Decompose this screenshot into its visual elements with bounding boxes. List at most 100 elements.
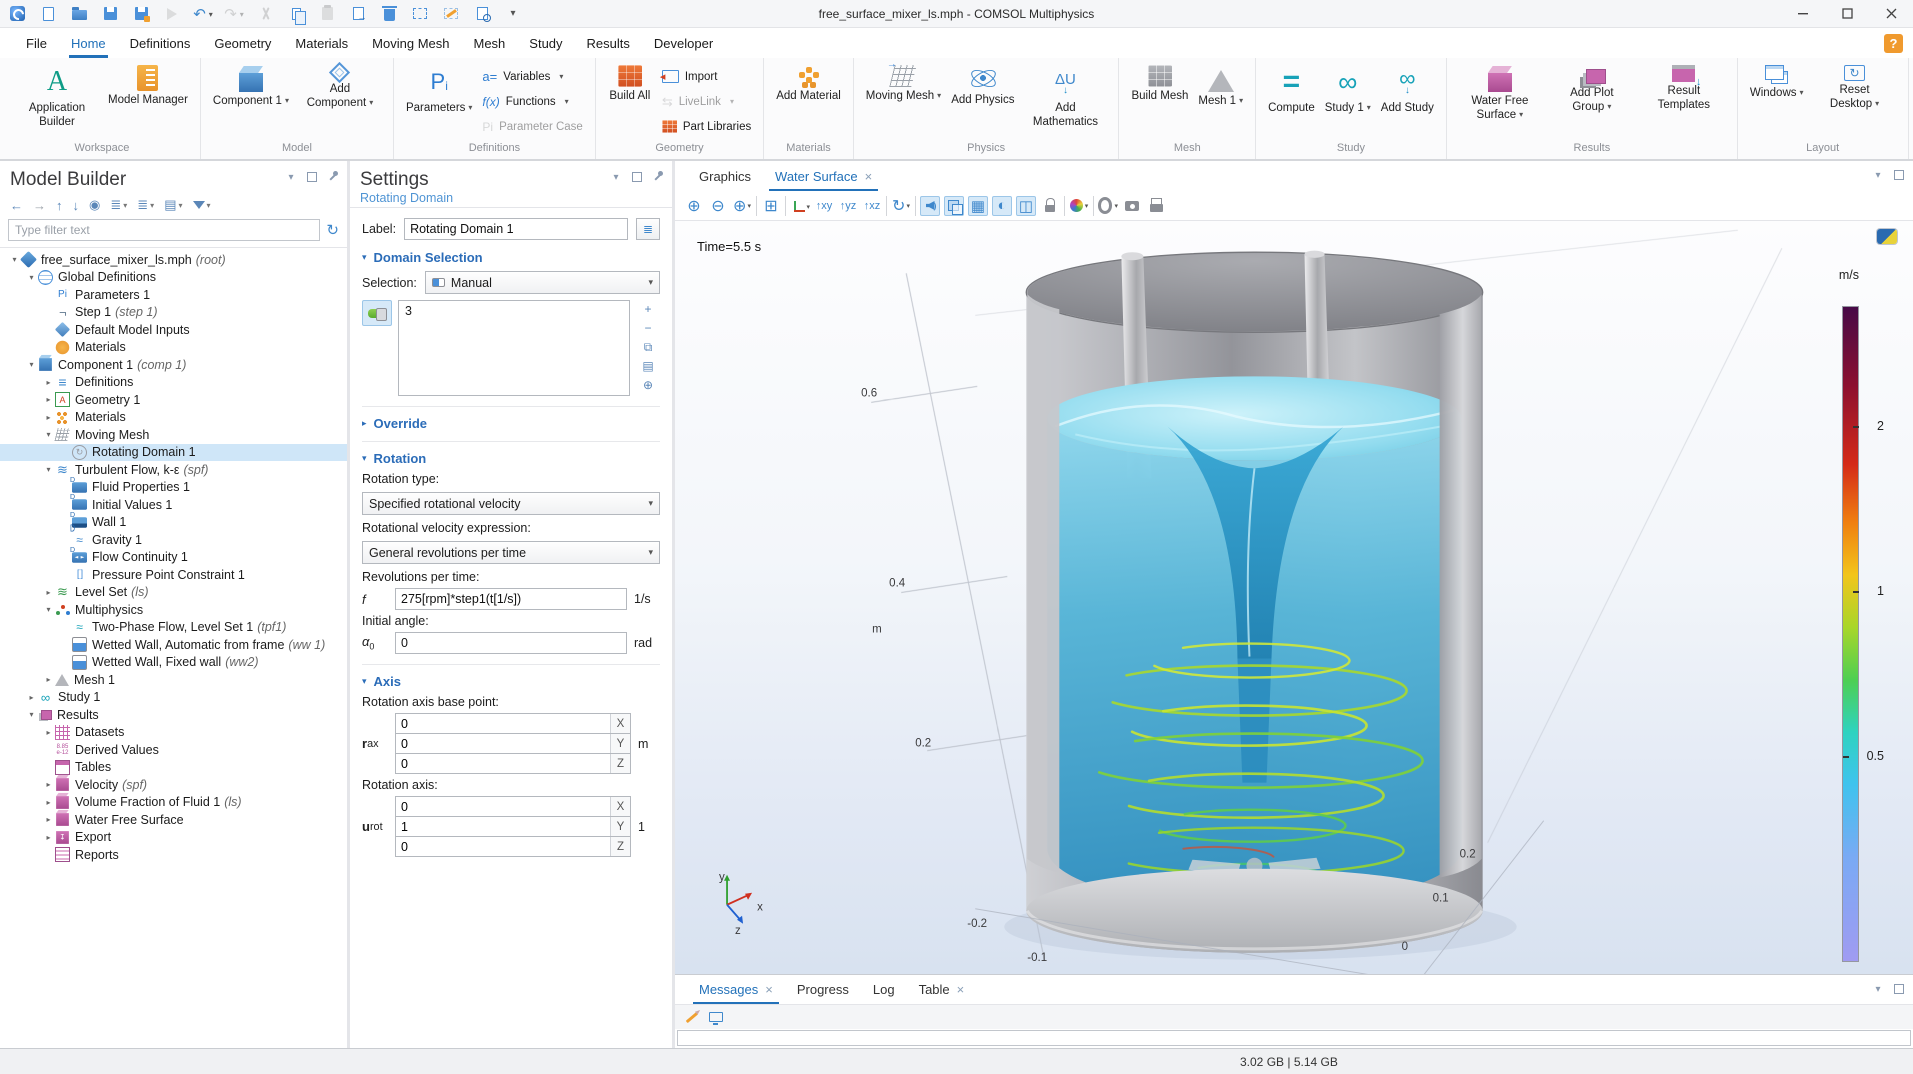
tree-item[interactable]: Study 1 [0, 689, 347, 707]
tree-item[interactable]: Velocity (spf) [0, 776, 347, 794]
menu-tab[interactable]: Materials [283, 28, 360, 58]
mesh1-button[interactable]: Mesh 1 [1193, 63, 1248, 140]
snapshot-icon[interactable] [1122, 196, 1142, 216]
add-study-button[interactable]: Add Study [1376, 63, 1439, 140]
copy-messages-icon[interactable] [709, 1012, 723, 1022]
node-columns-icon[interactable]: ▤ [164, 197, 182, 213]
graphics-tab[interactable]: Water Surface [763, 164, 884, 191]
float-panel-icon[interactable] [1893, 169, 1905, 181]
close-tab-icon[interactable] [765, 982, 773, 997]
tree-expand-icon[interactable] [42, 780, 55, 789]
tree-item[interactable]: free_surface_mixer_ls.mph (root) [0, 251, 347, 269]
float-panel-icon[interactable] [306, 171, 318, 183]
tree-expand-icon[interactable] [42, 833, 55, 842]
tree-item[interactable]: Definitions [0, 374, 347, 392]
filter-icon[interactable] [193, 201, 211, 210]
quick-access-button[interactable] [411, 5, 429, 23]
remove-sel-icon[interactable]: − [640, 321, 656, 335]
tree-item[interactable]: Reports [0, 846, 347, 864]
tree-item[interactable]: Gravity 1 [0, 531, 347, 549]
panel-menu-icon[interactable]: ▾ [610, 171, 622, 183]
tree-item[interactable]: Tables [0, 759, 347, 777]
menu-tab[interactable]: Definitions [118, 28, 203, 58]
add-mathematics-button[interactable]: Add Mathematics [1019, 63, 1111, 140]
compute-button[interactable]: Compute [1263, 63, 1320, 140]
tree-item[interactable]: Component 1 (comp 1) [0, 356, 347, 374]
tree-item[interactable]: Results [0, 706, 347, 724]
quick-access-button[interactable] [349, 5, 367, 23]
quick-access-button[interactable] [504, 5, 522, 23]
base-z-input[interactable] [396, 757, 610, 771]
tree-expand-icon[interactable] [25, 693, 38, 702]
tree-item[interactable]: Two-Phase Flow, Level Set 1 (tpf1) [0, 619, 347, 637]
study1-button[interactable]: Study 1 [1320, 63, 1376, 140]
tree-expand-icon[interactable] [25, 710, 38, 719]
section-override[interactable]: ▸Override [362, 406, 660, 431]
help-button[interactable]: ? [1884, 34, 1903, 53]
tree-item[interactable]: Level Set (ls) [0, 584, 347, 602]
print-icon[interactable] [1146, 196, 1166, 216]
tree-item[interactable]: Default Model Inputs [0, 321, 347, 339]
reset-desktop-button[interactable]: Reset Desktop [1809, 63, 1901, 140]
label-input[interactable] [404, 218, 628, 240]
tree-expand-icon[interactable] [25, 273, 38, 282]
menu-tab[interactable]: Mesh [461, 28, 517, 58]
color-icon[interactable] [1069, 196, 1089, 216]
tree-item[interactable]: Multiphysics [0, 601, 347, 619]
move-up-icon[interactable]: ↑ [56, 198, 63, 213]
axis-y-input[interactable] [396, 820, 610, 834]
menu-tab[interactable]: Developer [642, 28, 725, 58]
go-to-xz-icon[interactable] [862, 196, 882, 216]
menu-tab[interactable]: Study [517, 28, 574, 58]
selection-dropdown[interactable]: Manual▾ [425, 271, 660, 294]
quick-access-button[interactable] [318, 5, 336, 23]
rotate-icon[interactable] [891, 196, 911, 216]
rve-dropdown[interactable]: General revolutions per time▾ [362, 541, 660, 564]
pin-panel-icon[interactable] [652, 171, 664, 183]
part-libraries-button[interactable]: Part Libraries [662, 116, 751, 137]
tree-item[interactable]: Rotating Domain 1 [0, 444, 347, 462]
import-button[interactable]: Import [662, 66, 751, 87]
tree-item[interactable]: Materials [0, 409, 347, 427]
add-sel-icon[interactable]: + [640, 302, 656, 316]
collapse-all-icon[interactable]: ≣ [137, 197, 154, 213]
tree-item[interactable]: Turbulent Flow, k-ε (spf) [0, 461, 347, 479]
variables-button[interactable]: Variables [482, 66, 582, 87]
paste-sel-icon[interactable]: ▤ [640, 359, 656, 373]
graphics-canvas[interactable]: Time=5.5 s [675, 221, 1913, 974]
copy-sel-icon[interactable]: ⧉ [640, 340, 656, 354]
clip-icon[interactable] [1016, 196, 1036, 216]
quick-access-button[interactable] [39, 5, 57, 23]
tree-item[interactable]: Step 1 (step 1) [0, 304, 347, 322]
pin-panel-icon[interactable] [327, 171, 339, 183]
active-selection-toggle[interactable] [362, 300, 392, 326]
tree-item[interactable]: Global Definitions [0, 269, 347, 287]
tree-item[interactable]: Geometry 1 [0, 391, 347, 409]
zoom-box-icon[interactable] [732, 196, 752, 216]
add-physics-button[interactable]: Add Physics [946, 63, 1019, 140]
selection-list[interactable]: 3 [398, 300, 630, 396]
windows-button[interactable]: Windows [1745, 63, 1809, 140]
livelink-button[interactable]: LiveLink [662, 91, 751, 112]
tree-item[interactable]: Pressure Point Constraint 1 [0, 566, 347, 584]
lock-icon[interactable] [1040, 196, 1060, 216]
model-manager-button[interactable]: Model Manager [103, 63, 193, 140]
section-domain-selection[interactable]: ▾Domain Selection [362, 250, 660, 265]
app-builder-button[interactable]: Application Builder [11, 63, 103, 140]
menu-tab[interactable]: Moving Mesh [360, 28, 461, 58]
rotation-type-dropdown[interactable]: Specified rotational velocity▾ [362, 492, 660, 515]
information-tab[interactable]: Messages [687, 977, 785, 1004]
tree-item[interactable]: Initial Values 1 [0, 496, 347, 514]
graphics-tab[interactable]: Graphics [687, 164, 763, 191]
tree-item[interactable]: Water Free Surface [0, 811, 347, 829]
section-rotation[interactable]: ▾Rotation [362, 441, 660, 466]
tree-item[interactable]: Derived Values [0, 741, 347, 759]
component-button[interactable]: Component 1 [208, 63, 294, 140]
quick-access-button[interactable] [163, 5, 181, 23]
quick-access-button[interactable] [256, 5, 274, 23]
close-tab-icon[interactable] [957, 982, 965, 997]
plot-thumbnail-icon[interactable] [1877, 229, 1897, 244]
tree-item[interactable]: Flow Continuity 1 [0, 549, 347, 567]
parameters-button[interactable]: Parameters [401, 63, 477, 140]
section-axis[interactable]: ▾Axis [362, 664, 660, 689]
